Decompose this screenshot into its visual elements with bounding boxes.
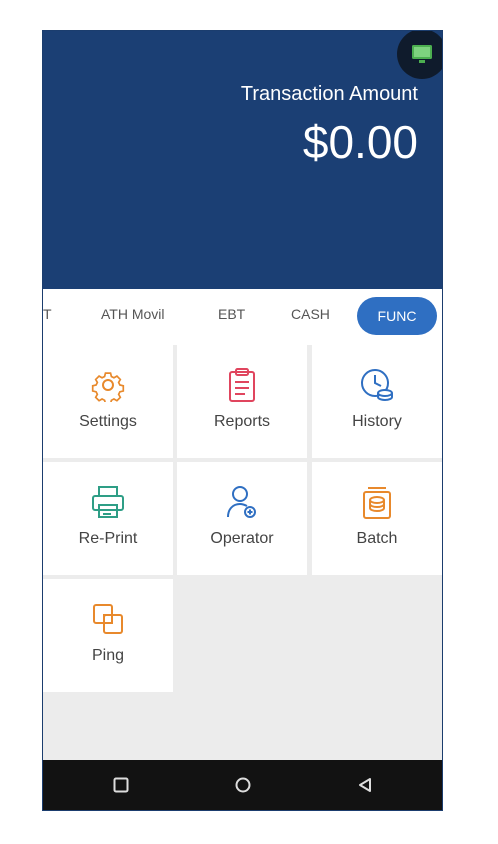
clock-icon	[359, 367, 395, 403]
batch-icon	[359, 484, 395, 520]
settings-label: Settings	[79, 413, 137, 430]
tab-cash[interactable]: CASH	[291, 306, 330, 322]
terminal-status-icon	[412, 45, 432, 63]
reprint-tile[interactable]: Re-Print	[43, 462, 173, 575]
tab-ebt[interactable]: EBT	[218, 306, 245, 322]
gear-icon	[90, 367, 126, 403]
operator-label: Operator	[210, 530, 274, 547]
batch-label: Batch	[356, 530, 398, 547]
ping-label: Ping	[91, 647, 125, 664]
history-tile[interactable]: History	[312, 345, 442, 458]
tab-func[interactable]: FUNC	[357, 297, 437, 335]
settings-tile[interactable]: Settings	[43, 345, 173, 458]
tab-partial[interactable]: T	[43, 306, 52, 322]
square-icon	[113, 777, 129, 793]
circle-icon	[235, 777, 251, 793]
reprint-label: Re-Print	[78, 530, 138, 547]
amount-value: $0.00	[302, 116, 418, 168]
status-indicator[interactable]	[397, 31, 442, 79]
batch-tile[interactable]: Batch	[312, 462, 442, 575]
android-nav-bar	[43, 760, 442, 810]
ping-tile[interactable]: Ping	[43, 579, 173, 692]
user-icon	[224, 484, 260, 520]
clipboard-icon	[224, 367, 260, 403]
history-label: History	[352, 413, 402, 430]
reports-label: Reports	[213, 413, 271, 430]
home-button[interactable]	[233, 775, 253, 795]
ping-icon	[90, 601, 126, 637]
device-screen: Transaction Amount $0.00 T ATH Movil EBT…	[42, 30, 443, 811]
triangle-back-icon	[359, 778, 371, 792]
back-button[interactable]	[355, 775, 375, 795]
payment-type-tabs: T ATH Movil EBT CASH FUNC	[43, 289, 442, 345]
tab-ath-movil[interactable]: ATH Movil	[101, 306, 165, 322]
recent-apps-button[interactable]	[111, 775, 131, 795]
reports-tile[interactable]: Reports	[177, 345, 307, 458]
operator-tile[interactable]: Operator	[177, 462, 307, 575]
amount-label: Transaction Amount	[240, 83, 418, 105]
function-grid: Settings Reports History Re-Print Operat…	[43, 345, 442, 762]
printer-icon	[90, 484, 126, 520]
transaction-header: Transaction Amount $0.00	[43, 31, 442, 289]
